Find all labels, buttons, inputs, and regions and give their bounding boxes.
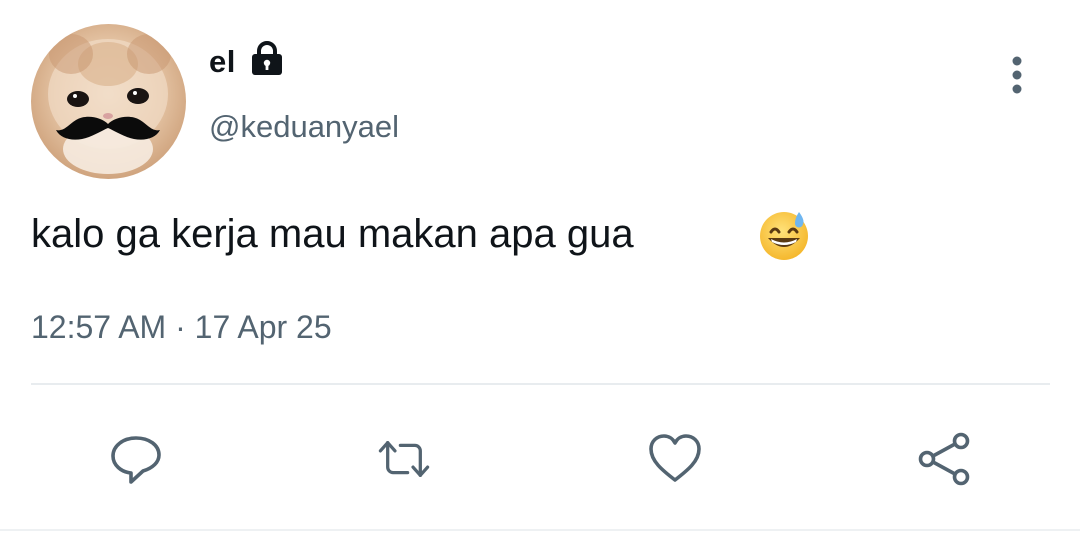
reply-icon (111, 436, 161, 484)
timestamp[interactable]: 12:57 AM · 17 Apr 25 (31, 309, 332, 346)
more-vertical-icon (1012, 56, 1022, 94)
reply-button[interactable] (107, 430, 165, 488)
heart-icon (649, 434, 701, 482)
bottom-divider (0, 529, 1080, 531)
divider (31, 383, 1050, 385)
grinning-face-with-sweat-emoji (757, 208, 811, 267)
lock-icon (248, 41, 286, 82)
retweet-button[interactable] (375, 430, 433, 488)
share-button[interactable] (915, 430, 973, 488)
share-icon (918, 432, 970, 486)
user-handle[interactable]: @keduanyael (209, 109, 399, 145)
display-name[interactable]: el (209, 44, 236, 80)
like-button[interactable] (646, 430, 704, 488)
more-options-button[interactable] (1003, 54, 1031, 96)
tweet-text: kalo ga kerja mau makan apa gua (31, 212, 634, 256)
avatar[interactable] (31, 24, 186, 179)
retweet-icon (378, 441, 430, 477)
